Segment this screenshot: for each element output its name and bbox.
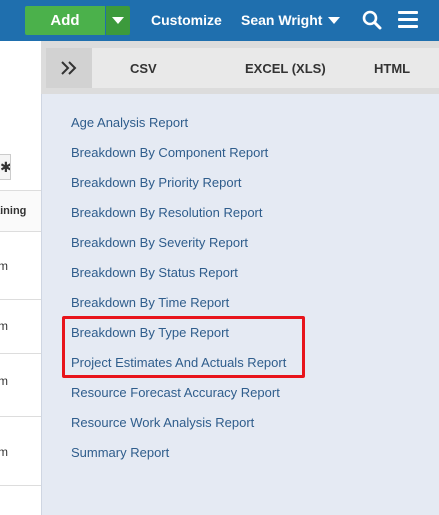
user-menu[interactable]: Sean Wright (241, 12, 341, 28)
report-link-resource-forecast[interactable]: Resource Forecast Accuracy Report (71, 385, 280, 400)
chevron-down-icon (112, 17, 124, 24)
chevron-down-icon (328, 17, 341, 24)
top-nav-bar: Add Customize Sean Wright (0, 0, 439, 41)
table-row: m (0, 231, 41, 300)
tab-excel[interactable]: EXCEL (XLS) (245, 61, 326, 76)
table-cell: m (0, 319, 8, 333)
add-button[interactable]: Add (25, 6, 105, 35)
report-link-summary[interactable]: Summary Report (71, 445, 169, 460)
table-cell: m (0, 374, 8, 388)
report-link-breakdown-status[interactable]: Breakdown By Status Report (71, 265, 238, 280)
report-link-breakdown-component[interactable]: Breakdown By Component Report (71, 145, 268, 160)
highlight-annotation-box (62, 316, 305, 378)
report-link-breakdown-resolution[interactable]: Breakdown By Resolution Report (71, 205, 263, 220)
report-link-breakdown-time[interactable]: Breakdown By Time Report (71, 295, 229, 310)
table-row: m (0, 417, 41, 486)
table-cell: m (0, 259, 8, 273)
collapse-panel-button[interactable] (46, 48, 92, 88)
tab-csv[interactable]: CSV (130, 61, 157, 76)
report-link-resource-work[interactable]: Resource Work Analysis Report (71, 415, 254, 430)
hamburger-menu-icon[interactable] (398, 11, 418, 29)
customize-link[interactable]: Customize (151, 12, 222, 28)
gear-icon[interactable]: ✱ (0, 154, 11, 180)
tab-html[interactable]: HTML (374, 61, 410, 76)
table-row: m (0, 300, 41, 354)
table-row: m (0, 354, 41, 417)
double-chevron-right-icon (61, 61, 77, 75)
add-dropdown-button[interactable] (106, 6, 130, 35)
report-link-breakdown-severity[interactable]: Breakdown By Severity Report (71, 235, 248, 250)
report-link-breakdown-priority[interactable]: Breakdown By Priority Report (71, 175, 242, 190)
search-icon[interactable] (362, 10, 382, 30)
user-name: Sean Wright (241, 12, 323, 28)
table-column-header[interactable]: aining (0, 190, 41, 232)
table-cell: m (0, 445, 8, 459)
report-link-age-analysis[interactable]: Age Analysis Report (71, 115, 188, 130)
